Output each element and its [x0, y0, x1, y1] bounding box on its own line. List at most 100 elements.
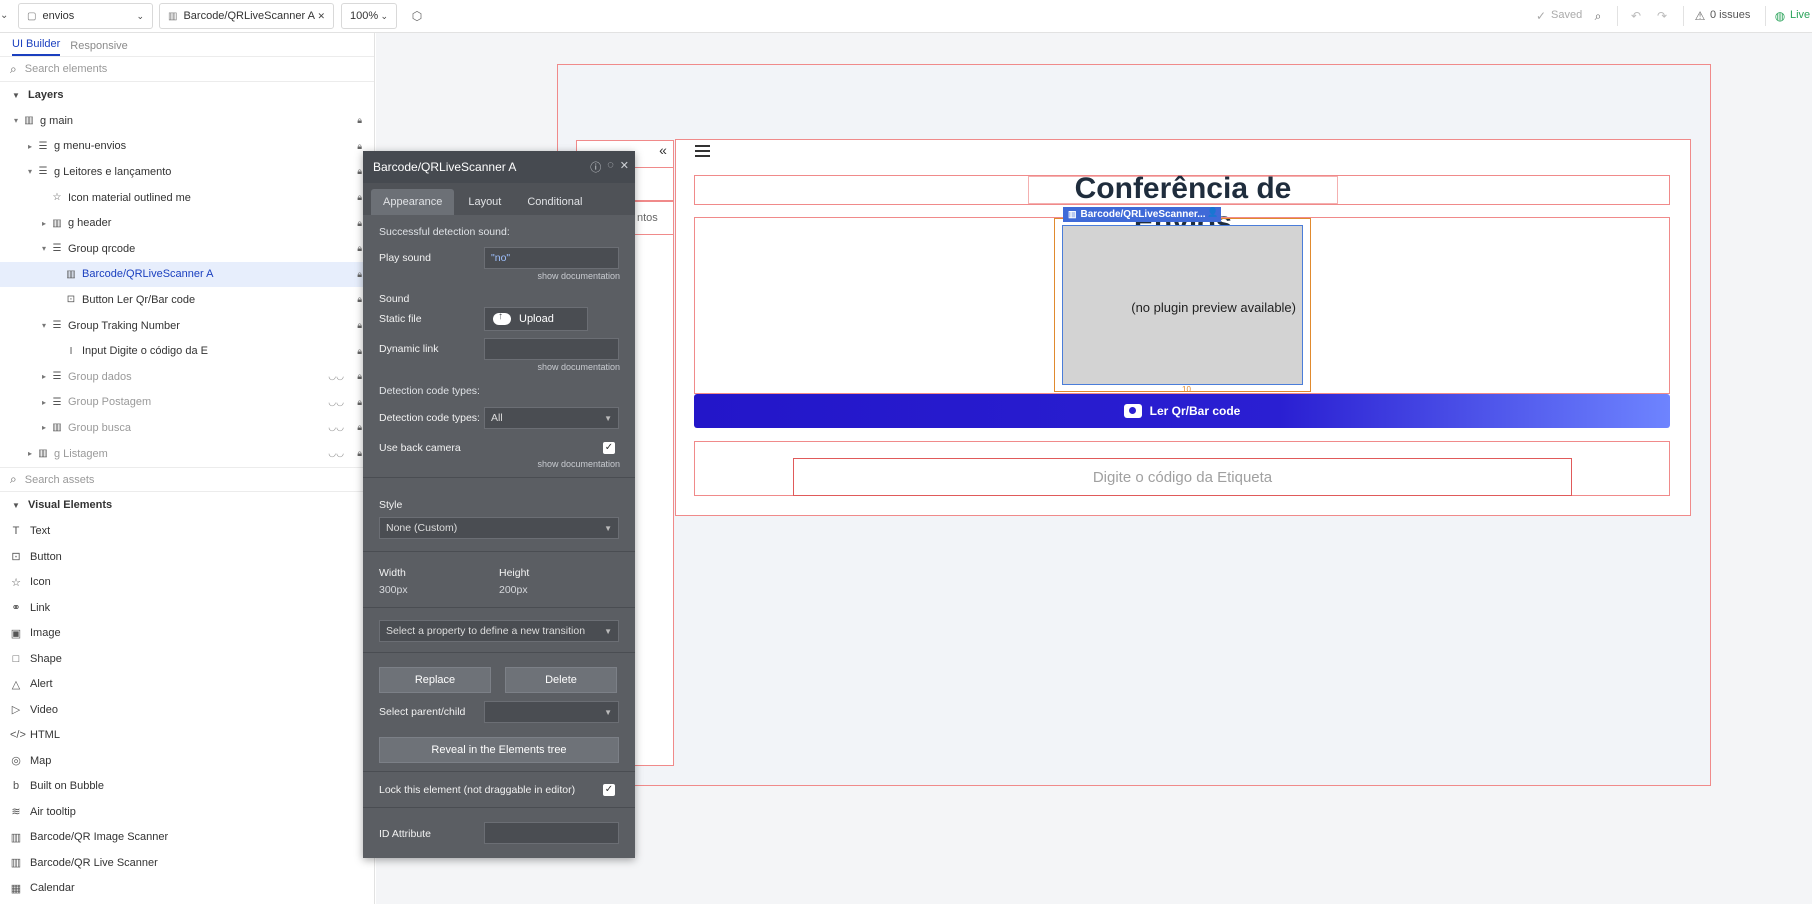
- search-assets[interactable]: ⌕ Search assets: [0, 467, 374, 493]
- lock-icon[interactable]: 🔒︎: [357, 422, 362, 433]
- layer-item[interactable]: ▸ ▥ g header 🔒︎: [0, 210, 374, 236]
- layer-item[interactable]: ☆ Icon material outlined me 🔒︎: [0, 185, 374, 211]
- layer-item[interactable]: ▸ ☰ g menu-envios 🔒︎: [0, 134, 374, 160]
- info-icon[interactable]: ⓘ: [590, 159, 601, 175]
- reveal-in-tree-button[interactable]: Reveal in the Elements tree: [379, 737, 619, 763]
- triangle-right-icon[interactable]: ▸: [38, 423, 50, 432]
- page-select[interactable]: ▢ envios ⌄: [18, 3, 153, 29]
- triangle-down-icon[interactable]: ▾: [24, 167, 36, 176]
- close-icon[interactable]: ✕: [317, 11, 325, 22]
- search-icon[interactable]: ⌕: [1590, 8, 1606, 24]
- tab-conditional[interactable]: Conditional: [515, 189, 594, 215]
- dynamic-link-field[interactable]: [484, 338, 619, 360]
- lock-icon[interactable]: 🔒︎: [357, 192, 362, 203]
- lock-icon[interactable]: 🔒︎: [357, 448, 362, 459]
- upload-button[interactable]: Upload: [484, 307, 588, 331]
- show-documentation-link[interactable]: show documentation: [537, 362, 620, 372]
- detection-code-types-select[interactable]: All ▼: [484, 407, 619, 429]
- lock-icon[interactable]: 🔒︎: [357, 166, 362, 177]
- delete-button[interactable]: Delete: [505, 667, 617, 693]
- comment-icon[interactable]: ◌: [607, 159, 614, 175]
- visual-element-item[interactable]: </> HTML: [0, 722, 374, 748]
- layer-item[interactable]: ⊡ Button Ler Qr/Bar code 🔒︎: [0, 287, 374, 313]
- user-icon[interactable]: 👤: [1205, 207, 1221, 222]
- visual-element-item[interactable]: ▣ Image: [0, 620, 374, 646]
- triangle-down-icon[interactable]: ▾: [10, 116, 22, 125]
- hamburger-icon[interactable]: [695, 145, 710, 157]
- triangle-down-icon[interactable]: ▾: [38, 244, 50, 253]
- visual-element-item[interactable]: b Built on Bubble: [0, 773, 374, 799]
- lock-icon[interactable]: 🔒︎: [357, 269, 362, 280]
- play-sound-field[interactable]: "no": [484, 247, 619, 269]
- layer-item[interactable]: ▾ ▥ g main 🔒︎: [0, 108, 374, 134]
- id-attribute-field[interactable]: [484, 822, 619, 844]
- tab-ui-builder[interactable]: UI Builder: [12, 38, 61, 56]
- chevron-down-icon[interactable]: ⌄: [0, 10, 10, 24]
- layer-item[interactable]: ▸ ☰ Group dados ◡◡ 🔒︎: [0, 364, 374, 390]
- issues-count[interactable]: 0 issues: [1710, 9, 1750, 21]
- visual-element-item[interactable]: ≋ Air tooltip: [0, 799, 374, 825]
- show-documentation-link[interactable]: show documentation: [537, 459, 620, 469]
- layer-item[interactable]: ▸ ▥ Group busca ◡◡ 🔒︎: [0, 415, 374, 441]
- visual-element-item[interactable]: ⊡ Button: [0, 544, 374, 570]
- lock-icon[interactable]: 🔒︎: [357, 141, 362, 152]
- lock-icon[interactable]: 🔒︎: [357, 371, 362, 382]
- layer-item[interactable]: I Input Digite o código da E 🔒︎: [0, 338, 374, 364]
- visual-element-item[interactable]: ▷ Video: [0, 697, 374, 723]
- eye-closed-icon[interactable]: ◡◡: [328, 397, 344, 408]
- width-value[interactable]: 300px: [379, 584, 408, 596]
- triangle-right-icon[interactable]: ▸: [38, 219, 50, 228]
- visual-element-item[interactable]: T Text: [0, 518, 374, 544]
- visual-elements-header[interactable]: ▼ Visual Elements: [0, 492, 374, 518]
- layer-item[interactable]: ▾ ☰ Group qrcode 🔒︎: [0, 236, 374, 262]
- eye-closed-icon[interactable]: ◡◡: [328, 448, 344, 459]
- visual-element-item[interactable]: ▦ Calendar: [0, 875, 374, 901]
- scan-button[interactable]: Ler Qr/Bar code: [694, 394, 1670, 428]
- layer-item[interactable]: ▾ ☰ g Leitores e lançamento 🔒︎: [0, 159, 374, 185]
- collapse-left-icon[interactable]: «: [655, 143, 671, 159]
- lock-icon[interactable]: 🔒︎: [357, 397, 362, 408]
- visual-element-item[interactable]: ▥ Barcode/QR Image Scanner: [0, 824, 374, 850]
- eye-closed-icon[interactable]: ◡◡: [328, 371, 344, 382]
- lock-icon[interactable]: 🔒︎: [357, 346, 362, 357]
- layer-item[interactable]: ▸ ☰ Group Postagem ◡◡ 🔒︎: [0, 390, 374, 416]
- undo-icon[interactable]: ↶: [1628, 8, 1644, 24]
- use-back-camera-checkbox[interactable]: ✓: [603, 442, 615, 454]
- selected-element-tag[interactable]: ▥ Barcode/QRLiveScanner...: [1063, 207, 1211, 222]
- select-parent-child-select[interactable]: ▼: [484, 701, 619, 723]
- lock-icon[interactable]: 🔒︎: [357, 218, 362, 229]
- visual-element-item[interactable]: ⚭ Link: [0, 595, 374, 621]
- lock-icon[interactable]: 🔒︎: [357, 294, 362, 305]
- visual-element-item[interactable]: □ Shape: [0, 646, 374, 672]
- lock-icon[interactable]: 🔒︎: [357, 320, 362, 331]
- cube-icon[interactable]: ⬡: [409, 8, 425, 24]
- live-button[interactable]: Live: [1790, 9, 1810, 21]
- layers-header[interactable]: ▼ Layers: [0, 82, 374, 108]
- visual-element-item[interactable]: ▥ Barcode/QR Live Scanner: [0, 850, 374, 876]
- zoom-select[interactable]: 100% ⌄: [341, 3, 397, 29]
- tab-appearance[interactable]: Appearance: [371, 189, 455, 215]
- visual-element-item[interactable]: ☆ Icon: [0, 569, 374, 595]
- triangle-right-icon[interactable]: ▸: [24, 142, 36, 151]
- triangle-right-icon[interactable]: ▸: [38, 372, 50, 381]
- layer-item[interactable]: ▸ ▥ g Listagem ◡◡ 🔒︎: [0, 441, 374, 467]
- lock-element-checkbox[interactable]: ✓: [603, 784, 615, 796]
- layer-item[interactable]: ▾ ☰ Group Traking Number 🔒︎: [0, 313, 374, 339]
- height-value[interactable]: 200px: [499, 584, 528, 596]
- style-select[interactable]: None (Custom) ▼: [379, 517, 619, 539]
- triangle-down-icon[interactable]: ▾: [38, 321, 50, 330]
- transition-select[interactable]: Select a property to define a new transi…: [379, 620, 619, 642]
- tab-layout[interactable]: Layout: [456, 189, 513, 215]
- visual-element-item[interactable]: ◎ Map: [0, 748, 374, 774]
- layer-item[interactable]: ▥ Barcode/QRLiveScanner A 🔒︎: [0, 261, 374, 288]
- replace-button[interactable]: Replace: [379, 667, 491, 693]
- eye-closed-icon[interactable]: ◡◡: [328, 422, 344, 433]
- lock-icon[interactable]: 🔒︎: [357, 243, 362, 254]
- triangle-right-icon[interactable]: ▸: [38, 398, 50, 407]
- close-icon[interactable]: ✕: [620, 159, 629, 175]
- search-elements[interactable]: ⌕ Search elements: [0, 57, 374, 82]
- redo-icon[interactable]: ↷: [1654, 8, 1670, 24]
- lock-icon[interactable]: 🔒︎: [357, 115, 362, 126]
- tab-responsive[interactable]: Responsive: [70, 40, 127, 56]
- show-documentation-link[interactable]: show documentation: [537, 271, 620, 281]
